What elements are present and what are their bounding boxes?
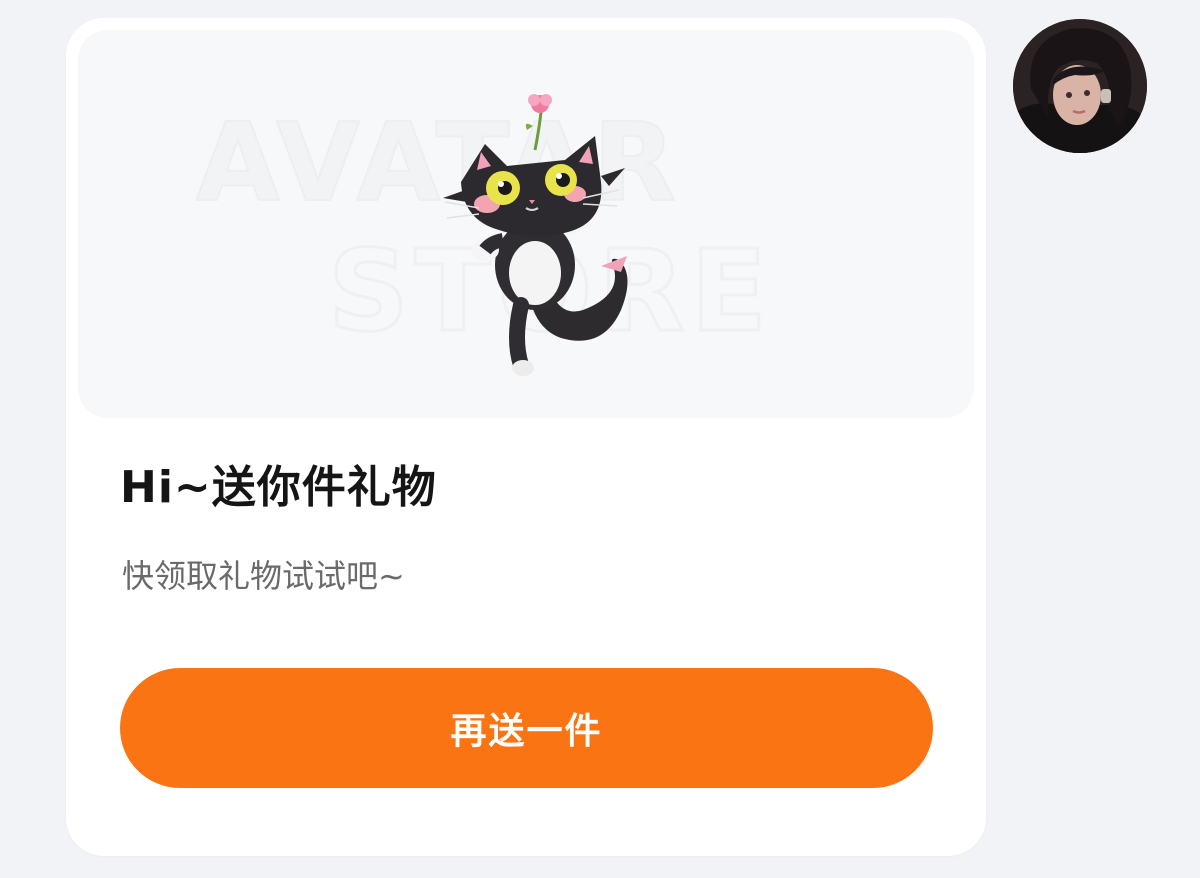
black-cat-sticker [443,94,628,376]
gift-message-subtitle: 快领取礼物试试吧~ [122,557,405,595]
send-another-gift-button[interactable]: 再送一件 [120,668,933,788]
chat-screen: AVATAR STORE [0,0,1200,878]
gift-message-card[interactable]: AVATAR STORE [66,18,986,856]
user-avatar-photo-icon [1013,19,1147,153]
gift-message-title: Hi~送你件礼物 [120,462,437,513]
sender-avatar[interactable] [1013,19,1147,153]
gift-banner: AVATAR STORE [78,30,974,418]
